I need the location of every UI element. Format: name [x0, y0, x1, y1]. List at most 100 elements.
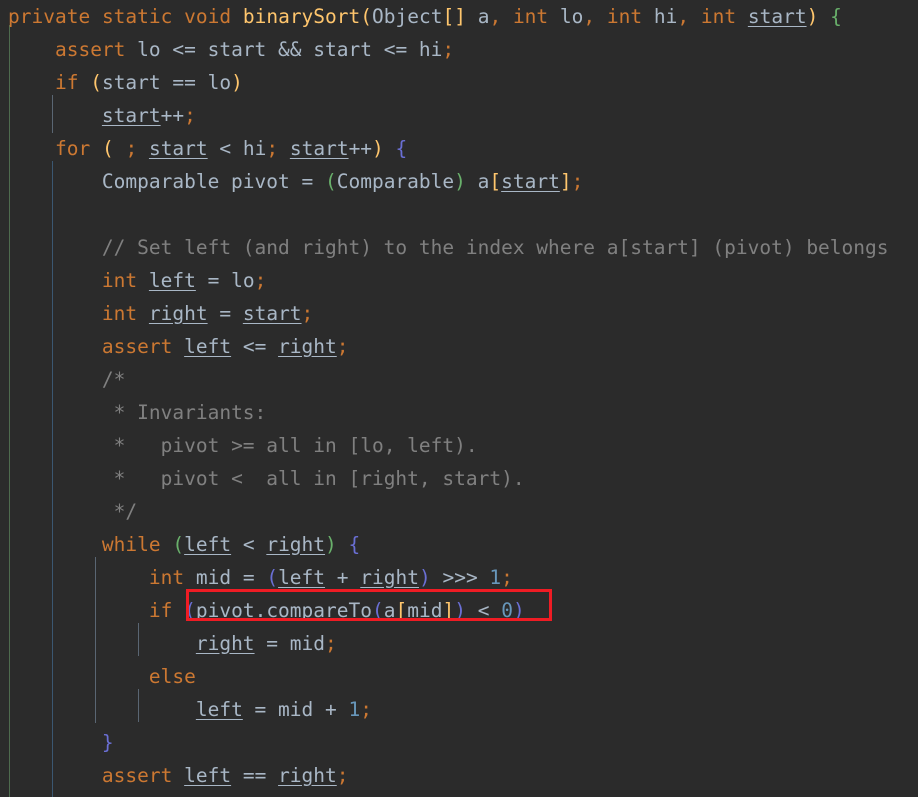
token-cm: * Invariants: — [113, 401, 267, 424]
token-py — [689, 5, 701, 28]
token-cm: // Set left (and right) to the index whe… — [101, 236, 889, 259]
code-line-9[interactable]: int left = lo; — [0, 264, 918, 297]
token-py — [8, 665, 149, 688]
token-id: < hi — [207, 137, 267, 160]
token-var-u: left — [148, 269, 196, 292]
token-py — [8, 764, 102, 787]
code-line-21[interactable]: else — [0, 660, 918, 693]
token-id: = — [207, 302, 243, 325]
token-py — [8, 71, 55, 94]
token-py — [8, 434, 114, 457]
token-py — [337, 533, 349, 556]
token-cm: */ — [113, 500, 138, 523]
code-line-19[interactable]: if (pivot.compareTo(a[mid]) < 0) — [0, 594, 918, 627]
token-semi: , — [489, 5, 502, 28]
token-id: a — [383, 599, 396, 622]
code-line-24[interactable]: assert left == right; — [0, 759, 918, 792]
token-br-b: ( — [266, 566, 279, 589]
token-py — [8, 698, 196, 721]
token-br-b: { — [395, 137, 408, 160]
token-py — [595, 5, 607, 28]
code-line-20[interactable]: right = mid; — [0, 627, 918, 660]
token-id: mid = — [184, 566, 267, 589]
token-br-b: ) — [512, 599, 525, 622]
token-py — [8, 467, 114, 490]
token-br-b: } — [101, 731, 114, 754]
token-var-u: right — [195, 632, 255, 655]
token-py — [172, 335, 184, 358]
code-line-17[interactable]: while (left < right) { — [0, 528, 918, 561]
token-br-b: ( — [371, 599, 384, 622]
token-var-u: right — [278, 764, 337, 787]
code-line-14[interactable]: * pivot >= all in [lo, left). — [0, 429, 918, 462]
token-var-u: start — [148, 137, 208, 160]
code-line-23[interactable]: } — [0, 726, 918, 759]
token-var-u: start — [101, 104, 161, 127]
token-py — [137, 137, 149, 160]
code-line-22[interactable]: left = mid + 1; — [0, 693, 918, 726]
token-id: <= — [231, 335, 279, 358]
token-br-y: ) — [231, 71, 243, 94]
token-cm: * pivot >= all in [lo, left). — [113, 434, 478, 457]
token-py — [8, 302, 102, 325]
token-py — [8, 137, 55, 160]
token-semi: ; — [360, 698, 372, 721]
token-py — [114, 137, 126, 160]
code-line-16[interactable]: */ — [0, 495, 918, 528]
code-line-15[interactable]: * pivot < all in [right, start). — [0, 462, 918, 495]
token-py — [137, 269, 149, 292]
token-br-y: ) — [372, 137, 384, 160]
token-kw: int — [148, 566, 185, 589]
token-semi: ; — [442, 38, 455, 61]
code-line-4[interactable]: start++; — [0, 99, 918, 132]
code-line-11[interactable]: assert left <= right; — [0, 330, 918, 363]
code-line-18[interactable]: int mid = (left + right) >>> 1; — [0, 561, 918, 594]
code-line-2[interactable]: assert lo <= start && start <= hi; — [0, 33, 918, 66]
code-line-1[interactable]: private static void binarySort(Object[] … — [0, 0, 918, 33]
code-line-10[interactable]: int right = start; — [0, 297, 918, 330]
token-var-u: left — [184, 533, 232, 556]
token-semi: , — [677, 5, 690, 28]
token-kw: static — [101, 5, 173, 28]
token-br-y: ] — [559, 170, 572, 193]
code-text-layer[interactable]: private static void binarySort(Object[] … — [0, 0, 918, 792]
token-py — [8, 38, 55, 61]
code-line-6[interactable]: Comparable pivot = (Comparable) a[start]… — [0, 165, 918, 198]
code-line-5[interactable]: for ( ; start < hi; start++) { — [0, 132, 918, 165]
token-id: Object — [372, 5, 443, 28]
token-num: 1 — [348, 698, 361, 721]
token-kw: assert — [101, 335, 173, 358]
token-kw: int — [700, 5, 737, 28]
token-var-u: right — [278, 335, 337, 358]
token-id: = mid + — [242, 698, 349, 721]
token-var-u: start — [501, 170, 560, 193]
code-line-3[interactable]: if (start == lo) — [0, 66, 918, 99]
token-id: Comparable — [336, 170, 455, 193]
token-py — [8, 632, 196, 655]
token-py — [818, 5, 830, 28]
token-br-b: ) — [418, 566, 431, 589]
token-py — [501, 5, 513, 28]
token-py — [90, 137, 102, 160]
token-id: == — [231, 764, 279, 787]
code-line-12[interactable]: /* — [0, 363, 918, 396]
token-semi: ; — [266, 137, 279, 160]
code-line-8[interactable]: // Set left (and right) to the index whe… — [0, 231, 918, 264]
token-semi: ; — [501, 566, 513, 589]
token-var-u: right — [266, 533, 326, 556]
token-py — [8, 599, 149, 622]
token-py — [90, 5, 102, 28]
token-br-y: ) — [806, 5, 819, 28]
token-semi: ; — [325, 632, 337, 655]
token-cm: * pivot < all in [right, start). — [113, 467, 525, 490]
token-var-u: left — [184, 764, 232, 787]
token-semi: ; — [336, 335, 349, 358]
code-editor[interactable]: private static void binarySort(Object[] … — [0, 0, 918, 797]
token-py — [8, 269, 102, 292]
token-semi: ; — [184, 104, 196, 127]
code-line-7[interactable] — [0, 198, 918, 231]
token-var-u: left — [195, 698, 243, 721]
token-id: = mid — [254, 632, 325, 655]
code-line-13[interactable]: * Invariants: — [0, 396, 918, 429]
token-py — [8, 236, 102, 259]
